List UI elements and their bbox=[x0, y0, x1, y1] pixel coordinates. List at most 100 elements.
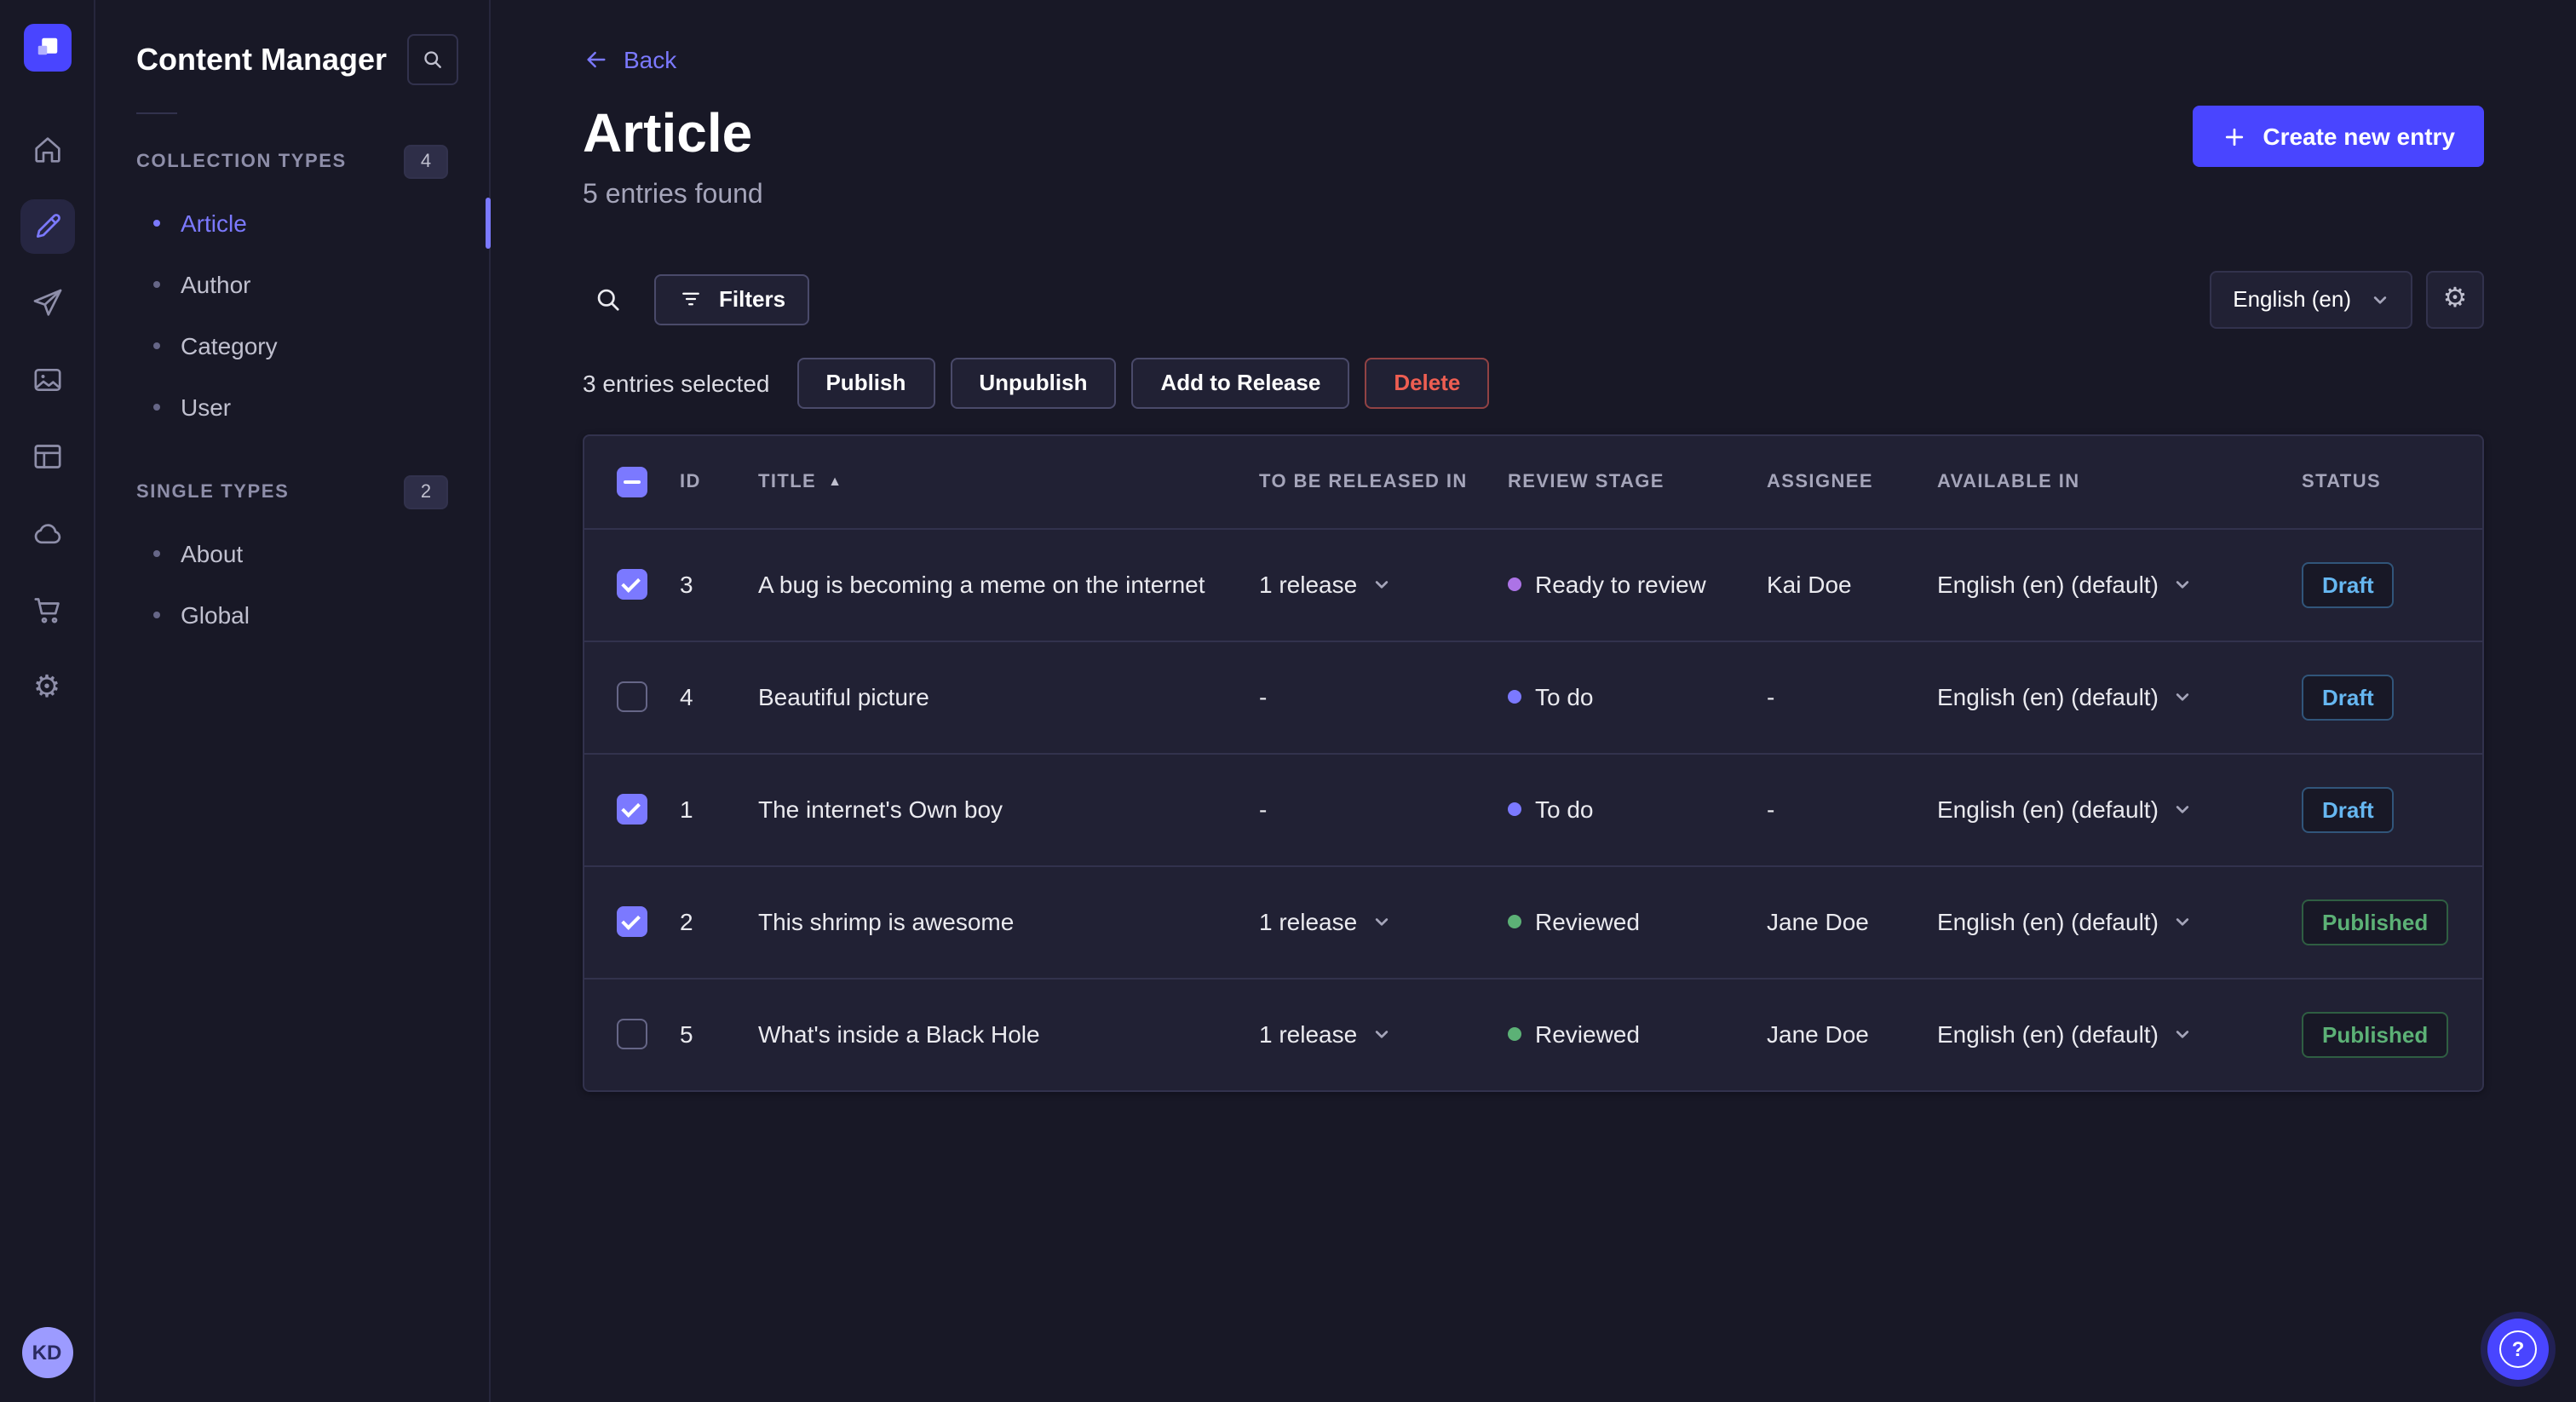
help-button[interactable]: ? bbox=[2487, 1319, 2549, 1380]
column-header-title[interactable]: TITLE ▲ bbox=[758, 472, 1259, 492]
deploy-cloud-icon[interactable] bbox=[20, 506, 74, 560]
back-link[interactable]: Back bbox=[583, 46, 676, 73]
unpublish-button[interactable]: Unpublish bbox=[950, 357, 1117, 409]
row-id: 3 bbox=[680, 571, 693, 599]
status-badge: Draft bbox=[2302, 786, 2395, 833]
bullet-icon bbox=[153, 404, 160, 411]
search-button[interactable] bbox=[583, 274, 634, 325]
row-id: 5 bbox=[680, 1020, 693, 1049]
subnav-item-label: Author bbox=[181, 271, 251, 298]
media-library-icon[interactable] bbox=[20, 353, 74, 407]
locale-select[interactable]: English (en) bbox=[2209, 270, 2412, 329]
subnav-section-badge: 2 bbox=[404, 475, 448, 509]
entries-table: ID TITLE ▲ TO BE RELEASED IN REVIEW STAGE… bbox=[583, 434, 2484, 1092]
row-release-dropdown[interactable]: - bbox=[1259, 796, 1267, 824]
table-body: 3 A bug is becoming a meme on the intern… bbox=[584, 530, 2482, 1090]
row-release-dropdown[interactable]: 1 release bbox=[1259, 1021, 1389, 1049]
row-release-label: 1 release bbox=[1259, 571, 1358, 599]
row-release-label: 1 release bbox=[1259, 1020, 1358, 1049]
content-type-builder-icon[interactable] bbox=[20, 429, 74, 484]
subnav-item-label: Article bbox=[181, 210, 247, 237]
row-release-dropdown[interactable]: 1 release bbox=[1259, 909, 1389, 936]
subnav-item-article[interactable]: Article bbox=[95, 192, 491, 254]
content-manager-icon[interactable] bbox=[20, 199, 74, 254]
arrow-left-icon bbox=[587, 51, 606, 68]
select-all-checkbox[interactable] bbox=[617, 466, 647, 497]
table-row[interactable]: 5 What's inside a Black Hole 1 release R… bbox=[584, 980, 2482, 1090]
row-release-dropdown[interactable]: 1 release bbox=[1259, 572, 1389, 599]
row-checkbox[interactable] bbox=[617, 1019, 647, 1050]
row-checkbox[interactable] bbox=[617, 794, 647, 825]
locale-chevron-down-icon bbox=[2176, 581, 2189, 589]
release-chevron-down-icon bbox=[1375, 581, 1388, 589]
row-locale-dropdown[interactable]: English (en) (default) bbox=[1937, 909, 2191, 936]
subnav-item-about[interactable]: About bbox=[95, 523, 489, 584]
row-id: 2 bbox=[680, 908, 693, 936]
subnav-title: Content Manager bbox=[136, 42, 388, 76]
bullet-icon bbox=[153, 281, 160, 288]
create-new-entry-button[interactable]: Create new entry bbox=[2193, 106, 2484, 167]
row-locale-dropdown[interactable]: English (en) (default) bbox=[1937, 684, 2191, 711]
table-row[interactable]: 2 This shrimp is awesome 1 release Revie… bbox=[584, 867, 2482, 980]
main-content: Back Article 5 entries found Create new … bbox=[491, 0, 2576, 1402]
chevron-down-icon bbox=[2373, 296, 2387, 304]
column-header-id: ID bbox=[680, 471, 701, 492]
filters-button[interactable]: Filters bbox=[654, 273, 810, 325]
row-checkbox[interactable] bbox=[617, 569, 647, 600]
releases-icon[interactable] bbox=[20, 276, 74, 330]
strapi-logo-icon bbox=[23, 24, 71, 72]
review-stage-dot-icon bbox=[1508, 802, 1521, 817]
subnav-item-user[interactable]: User bbox=[95, 376, 489, 438]
search-icon bbox=[597, 289, 619, 311]
app-window: ⚙ KD Content Manager COLLECTION TYPES 4 … bbox=[0, 0, 2576, 1402]
row-assignee: - bbox=[1767, 796, 1775, 824]
subnav-item-author[interactable]: Author bbox=[95, 254, 489, 315]
subnav-item-global[interactable]: Global bbox=[95, 584, 489, 646]
review-stage-dot-icon bbox=[1508, 915, 1521, 929]
row-locale-label: English (en) (default) bbox=[1937, 1020, 2159, 1049]
subnav-section-label: SINGLE TYPES bbox=[136, 482, 290, 503]
row-checkbox[interactable] bbox=[617, 681, 647, 713]
subnav-item-label: Global bbox=[181, 601, 250, 629]
page-title: Article bbox=[583, 102, 753, 164]
row-locale-dropdown[interactable]: English (en) (default) bbox=[1937, 1021, 2191, 1049]
subnav-item-category[interactable]: Category bbox=[95, 315, 489, 376]
row-title: The internet's Own boy bbox=[758, 796, 1003, 824]
subnav-item-label: Category bbox=[181, 332, 278, 359]
bullet-icon bbox=[153, 612, 160, 618]
home-icon[interactable] bbox=[20, 123, 74, 177]
view-settings-button[interactable]: ⚙ bbox=[2426, 270, 2484, 329]
marketplace-cart-icon[interactable] bbox=[20, 583, 74, 637]
publish-button[interactable]: Publish bbox=[796, 357, 935, 409]
subnav-sections: COLLECTION TYPES 4 Article Author Catego… bbox=[95, 131, 491, 646]
status-badge: Draft bbox=[2302, 561, 2395, 608]
locale-chevron-down-icon bbox=[2176, 1031, 2189, 1039]
subnav-divider bbox=[136, 112, 177, 114]
user-avatar[interactable]: KD bbox=[21, 1327, 72, 1378]
settings-gear-icon[interactable]: ⚙ bbox=[20, 659, 74, 714]
bullet-icon bbox=[153, 550, 160, 557]
table-row[interactable]: 4 Beautiful picture - To do - English (e… bbox=[584, 642, 2482, 755]
delete-button[interactable]: Delete bbox=[1365, 357, 1490, 409]
add-to-release-button[interactable]: Add to Release bbox=[1131, 357, 1350, 409]
row-release-dropdown[interactable]: - bbox=[1259, 684, 1267, 711]
row-stage-label: To do bbox=[1535, 796, 1594, 824]
table-row[interactable]: 3 A bug is becoming a meme on the intern… bbox=[584, 530, 2482, 642]
gear-icon: ⚙ bbox=[2442, 284, 2468, 313]
row-checkbox[interactable] bbox=[617, 906, 647, 938]
row-stage-label: Reviewed bbox=[1535, 1020, 1640, 1049]
row-locale-label: English (en) (default) bbox=[1937, 908, 2159, 936]
filter-icon bbox=[682, 293, 699, 306]
subnav-search-button[interactable] bbox=[407, 34, 458, 85]
row-assignee: Kai Doe bbox=[1767, 571, 1852, 599]
release-chevron-down-icon bbox=[1375, 918, 1388, 927]
row-locale-dropdown[interactable]: English (en) (default) bbox=[1937, 572, 2191, 599]
row-locale-dropdown[interactable]: English (en) (default) bbox=[1937, 796, 2191, 824]
row-title: Beautiful picture bbox=[758, 683, 929, 711]
row-stage-label: To do bbox=[1535, 683, 1594, 711]
table-row[interactable]: 1 The internet's Own boy - To do - Engli… bbox=[584, 755, 2482, 867]
column-header-to-be-released-in: TO BE RELEASED IN bbox=[1259, 471, 1468, 492]
subnav-section: SINGLE TYPES 2 About Global bbox=[95, 462, 489, 646]
subnav-section-list: Article Author Category User bbox=[95, 192, 491, 438]
status-badge: Draft bbox=[2302, 674, 2395, 721]
